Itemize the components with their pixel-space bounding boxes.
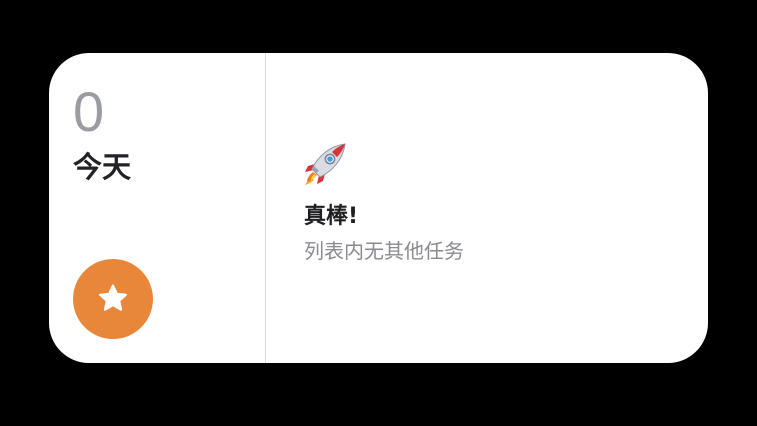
list-summary-panel[interactable]: 0 今天 [49, 53, 265, 363]
task-count: 0 [73, 80, 105, 143]
star-icon [96, 282, 130, 316]
empty-state-title: 真棒! [304, 204, 359, 229]
star-list-button[interactable] [73, 259, 153, 339]
reminders-widget[interactable]: 0 今天 真棒! 列表内无其他任务 [49, 53, 708, 363]
empty-state-subtitle: 列表内无其他任务 [304, 239, 464, 263]
list-title: 今天 [73, 150, 132, 184]
empty-state-panel: 真棒! 列表内无其他任务 [266, 53, 708, 363]
rocket-icon [302, 139, 350, 187]
